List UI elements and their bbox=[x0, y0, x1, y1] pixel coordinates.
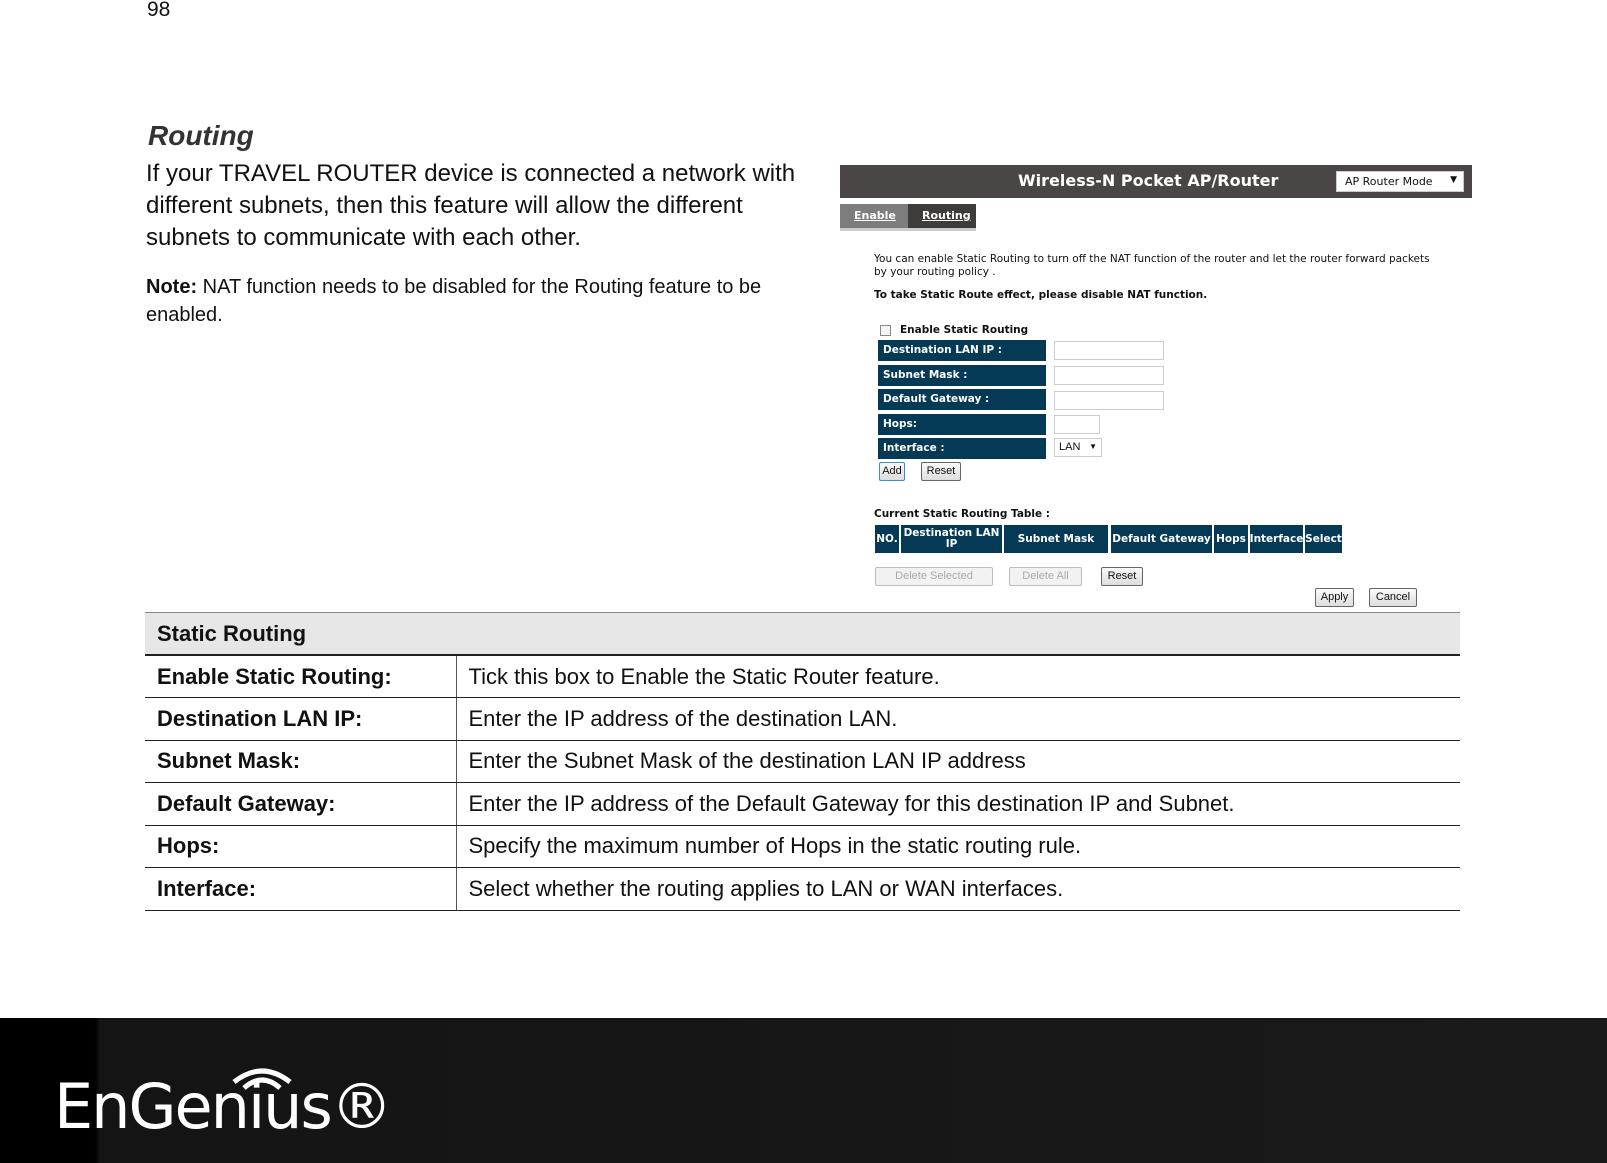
table-header: Static Routing bbox=[145, 612, 1460, 656]
delete-selected-button[interactable]: Delete Selected bbox=[875, 567, 993, 586]
footer-bar: EnGenius® bbox=[0, 1018, 1607, 1163]
label-destination-lan-ip: Destination LAN IP : bbox=[878, 340, 1046, 361]
enable-checkbox[interactable] bbox=[880, 324, 891, 336]
subnet-mask-input[interactable] bbox=[1054, 366, 1164, 385]
enable-checkbox-label: Enable Static Routing bbox=[900, 324, 1029, 336]
label-default-gateway: Default Gateway : bbox=[878, 389, 1046, 410]
section-title: Routing bbox=[148, 120, 254, 151]
delete-all-button[interactable]: Delete All bbox=[1009, 567, 1082, 586]
note-label: Note: bbox=[146, 276, 198, 298]
note: Note: NAT function needs to be disabled … bbox=[146, 273, 826, 329]
mode-select[interactable]: AP Router Mode ▼ bbox=[1336, 171, 1464, 192]
reset-button[interactable]: Reset bbox=[921, 462, 961, 481]
label-hops: Hops: bbox=[878, 414, 1046, 435]
table-row: Subnet Mask: Enter the Subnet Mask of the… bbox=[145, 740, 1460, 783]
row-value: Tick this box to Enable the Static Route… bbox=[456, 655, 1460, 698]
table-row: Destination LAN IP: Enter the IP address … bbox=[145, 697, 1460, 741]
router-header: Wireless-N Pocket AP/Router AP Router Mo… bbox=[840, 165, 1472, 198]
col-hops: Hops bbox=[1214, 525, 1248, 553]
col-default-gateway: Default Gateway bbox=[1111, 525, 1212, 553]
col-select: Select bbox=[1305, 525, 1342, 553]
mode-select-value: AP Router Mode bbox=[1345, 175, 1433, 188]
enable-static-routing[interactable]: Enable Static Routing bbox=[880, 324, 1028, 336]
router-title: Wireless-N Pocket AP/Router bbox=[1018, 171, 1279, 190]
table-row: Interface: Select whether the routing app… bbox=[145, 867, 1460, 911]
col-no: NO. bbox=[875, 525, 899, 553]
row-value: Enter the Subnet Mask of the destination… bbox=[456, 740, 1460, 783]
intro-text: If your TRAVEL ROUTER device is connecte… bbox=[146, 160, 796, 251]
col-subnet-mask: Subnet Mask bbox=[1004, 525, 1108, 553]
row-key: Destination LAN IP: bbox=[145, 697, 457, 741]
page-number: 98 bbox=[147, 0, 171, 21]
row-value: Select whether the routing applies to LA… bbox=[456, 867, 1460, 911]
default-gateway-input[interactable] bbox=[1054, 391, 1164, 410]
row-key: Subnet Mask: bbox=[145, 740, 457, 783]
row-key: Interface: bbox=[145, 867, 457, 911]
row-key: Default Gateway: bbox=[145, 782, 457, 826]
row-value: Specify the maximum number of Hops in th… bbox=[456, 825, 1460, 868]
description: You can enable Static Routing to turn of… bbox=[874, 253, 1430, 278]
col-destination-lan-ip: Destination LAN IP bbox=[901, 525, 1002, 553]
row-value: Enter the IP address of the Default Gate… bbox=[456, 782, 1460, 826]
row-key: Hops: bbox=[145, 825, 457, 868]
hops-input[interactable] bbox=[1054, 415, 1100, 434]
table-row: Enable Static Routing: Tick this box to E… bbox=[145, 655, 1460, 698]
table-row: Hops: Specify the maximum number of Hops … bbox=[145, 825, 1460, 868]
tab-enable[interactable]: Enable bbox=[840, 204, 908, 228]
chevron-down-icon: ▼ bbox=[1089, 442, 1097, 451]
add-button[interactable]: Add bbox=[879, 462, 905, 481]
static-routing-table: Static Routing Enable Static Routing: Tic… bbox=[145, 612, 1460, 911]
note-text: NAT function needs to be disabled for th… bbox=[146, 276, 762, 326]
col-interface: Interface bbox=[1250, 525, 1303, 553]
routing-table-title: Current Static Routing Table : bbox=[874, 508, 1050, 520]
router-ui-screenshot: Wireless-N Pocket AP/Router AP Router Mo… bbox=[840, 165, 1472, 610]
apply-button[interactable]: Apply bbox=[1315, 588, 1354, 607]
tab-underline bbox=[840, 228, 976, 231]
table-row: Default Gateway: Enter the IP address of … bbox=[145, 782, 1460, 826]
interface-select[interactable]: LAN ▼ bbox=[1054, 438, 1102, 457]
table-reset-button[interactable]: Reset bbox=[1101, 567, 1143, 586]
cancel-button[interactable]: Cancel bbox=[1369, 588, 1417, 607]
label-subnet-mask: Subnet Mask : bbox=[878, 365, 1046, 386]
row-value: Enter the IP address of the destination … bbox=[456, 697, 1460, 741]
destination-lan-ip-input[interactable] bbox=[1054, 341, 1164, 360]
tab-routing[interactable]: Routing bbox=[908, 204, 976, 228]
nat-warning: To take Static Route effect, please disa… bbox=[874, 289, 1208, 301]
row-key: Enable Static Routing: bbox=[145, 655, 457, 698]
engenius-logo: EnGenius® bbox=[54, 1070, 393, 1143]
interface-value: LAN bbox=[1059, 441, 1081, 453]
label-interface: Interface : bbox=[878, 438, 1046, 459]
chevron-down-icon: ▼ bbox=[1450, 175, 1457, 185]
